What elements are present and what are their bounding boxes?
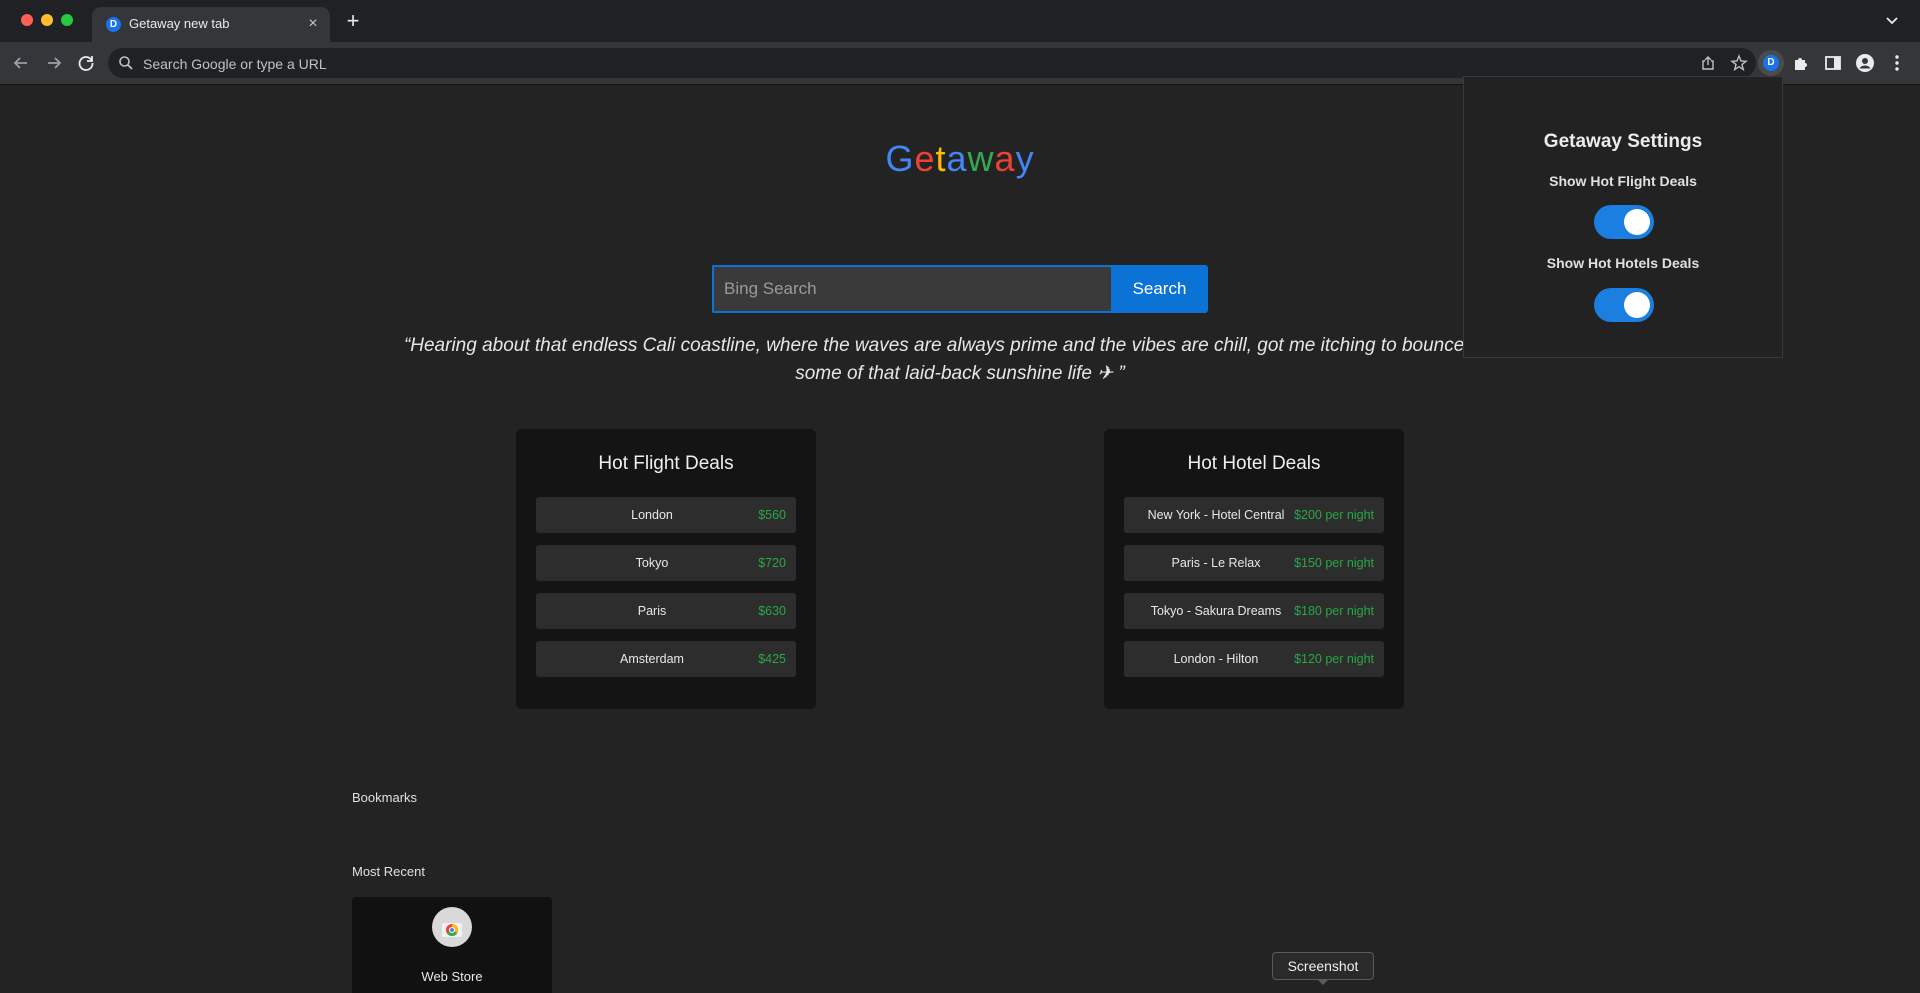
toggle-show-flight-deals[interactable] <box>1594 205 1654 239</box>
travel-quote-line-1: “Hearing about that endless Cali coastli… <box>403 335 1517 356</box>
flight-deal-row[interactable]: London $560 <box>536 497 796 533</box>
address-input[interactable] <box>141 48 1665 80</box>
recent-tile-title: Web Store <box>421 969 483 984</box>
minimize-window-button[interactable] <box>41 14 53 26</box>
hotel-deal-row[interactable]: Tokyo - Sakura Dreams $180 per night <box>1124 593 1384 629</box>
flight-deals-card: Hot Flight Deals London $560 Tokyo $720 … <box>516 429 816 709</box>
tab-strip: D Getaway new tab × + <box>0 0 1920 42</box>
screenshot-tooltip: Screenshot <box>1272 952 1374 980</box>
bookmarks-heading: Bookmarks <box>352 790 418 805</box>
address-bar[interactable] <box>108 48 1756 80</box>
deal-destination: Amsterdam <box>620 652 684 666</box>
web-store-icon <box>432 907 472 947</box>
tab-title: Getaway new tab <box>129 16 230 31</box>
deal-destination: Paris <box>637 604 667 618</box>
maximize-window-button[interactable] <box>61 14 73 26</box>
bookmark-star-icon[interactable] <box>1730 54 1748 72</box>
deal-price: $180 per night <box>1294 604 1374 618</box>
back-arrow-icon[interactable] <box>10 52 32 74</box>
hotel-deals-title: Hot Hotel Deals <box>1187 453 1321 474</box>
reload-icon[interactable] <box>75 52 97 74</box>
deal-hotel: Tokyo - Sakura Dreams <box>1150 604 1282 618</box>
side-panel-icon[interactable] <box>1822 52 1844 74</box>
deal-hotel: London - Hilton <box>1173 652 1259 666</box>
deal-price: $720 <box>758 556 786 570</box>
deal-price: $630 <box>758 604 786 618</box>
new-tab-plus-icon[interactable]: + <box>342 10 364 32</box>
deal-destination: Tokyo <box>635 556 669 570</box>
more-menu-icon[interactable] <box>1886 52 1908 74</box>
flight-deal-row[interactable]: Paris $630 <box>536 593 796 629</box>
travel-quote-line-2: some of that laid-back sunshine life ✈ ” <box>795 363 1125 384</box>
deal-hotel: New York - Hotel Central <box>1147 508 1285 522</box>
extensions-puzzle-icon[interactable] <box>1790 52 1812 74</box>
deal-price: $425 <box>758 652 786 666</box>
tab-close-icon[interactable]: × <box>304 15 322 33</box>
hotel-deals-card: Hot Hotel Deals New York - Hotel Central… <box>1104 429 1404 709</box>
deal-price: $150 per night <box>1294 556 1374 570</box>
toggle-knob <box>1624 209 1650 235</box>
forward-arrow-icon[interactable] <box>43 52 65 74</box>
getaway-settings-popup: Getaway Settings Show Hot Flight Deals S… <box>1463 76 1783 358</box>
share-icon[interactable] <box>1700 55 1716 71</box>
close-window-button[interactable] <box>21 14 33 26</box>
recent-tile-web-store[interactable]: Web Store <box>352 897 552 993</box>
deal-destination: London <box>631 508 673 522</box>
toggle-show-hotel-deals[interactable] <box>1594 288 1654 322</box>
flight-deal-row[interactable]: Amsterdam $425 <box>536 641 796 677</box>
hotel-deal-row[interactable]: New York - Hotel Central $200 per night <box>1124 497 1384 533</box>
getaway-favicon-icon: D <box>106 17 121 32</box>
most-recent-heading: Most Recent <box>352 864 425 879</box>
bing-search-bar: Search <box>712 265 1208 313</box>
popup-title: Getaway Settings <box>1543 131 1703 152</box>
flight-deal-row[interactable]: Tokyo $720 <box>536 545 796 581</box>
deal-price: $120 per night <box>1294 652 1374 666</box>
deal-price: $560 <box>758 508 786 522</box>
tab-search-chevron-icon[interactable] <box>1884 12 1900 28</box>
toggle-knob <box>1624 292 1650 318</box>
toggle-label-hotels: Show Hot Hotels Deals <box>1546 255 1700 271</box>
flight-deals-title: Hot Flight Deals <box>598 453 734 474</box>
deal-price: $200 per night <box>1294 508 1374 522</box>
deal-hotel: Paris - Le Relax <box>1171 556 1261 570</box>
getaway-extension-icon: D <box>1763 55 1779 71</box>
toggle-label-flights: Show Hot Flight Deals <box>1549 173 1697 189</box>
hotel-deal-row[interactable]: Paris - Le Relax $150 per night <box>1124 545 1384 581</box>
tab-getaway[interactable]: D Getaway new tab × <box>92 7 330 42</box>
search-icon <box>119 56 133 70</box>
bing-search-input[interactable] <box>712 265 1114 313</box>
getaway-extension-button[interactable]: D <box>1758 50 1784 76</box>
tooltip-arrow <box>1317 979 1329 985</box>
hotel-deal-row[interactable]: London - Hilton $120 per night <box>1124 641 1384 677</box>
search-button[interactable]: Search <box>1111 265 1208 313</box>
travel-quote: “Hearing about that endless Cali coastli… <box>400 332 1520 388</box>
profile-avatar-icon[interactable] <box>1854 52 1876 74</box>
